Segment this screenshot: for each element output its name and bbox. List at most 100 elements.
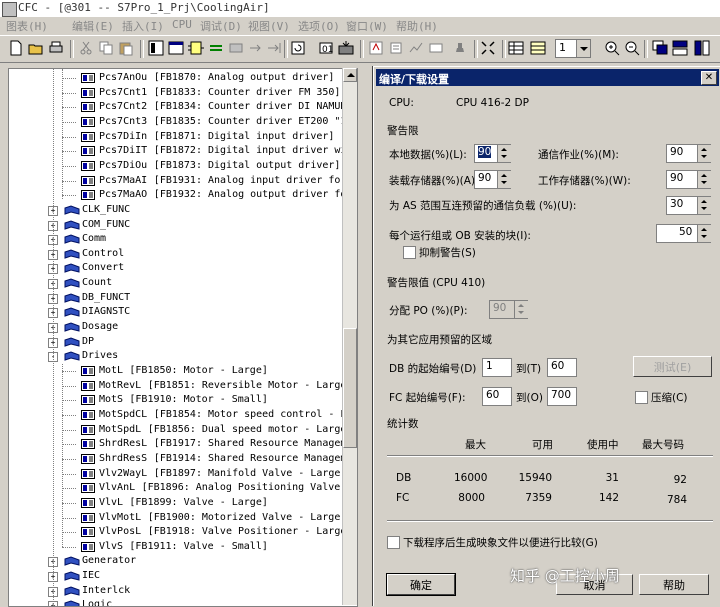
tree-block-item[interactable]: Pcs7Cnt3 [FB1835: Counter driver ET200 "1…: [9, 115, 357, 129]
tree-block-item[interactable]: VlvMotL [FB1900: Motorized Valve - Large]: [9, 511, 349, 525]
menu-options[interactable]: 选项(O): [298, 18, 340, 34]
connect-icon[interactable]: [208, 40, 224, 56]
blocks-per-group-stepper[interactable]: 50: [656, 224, 711, 243]
refresh-icon[interactable]: [290, 40, 306, 56]
tree-block-item[interactable]: VlvAnL [FB1896: Analog Positioning Valve …: [9, 481, 357, 495]
comm-job-stepper[interactable]: 90: [666, 144, 711, 163]
tree-block-item[interactable]: MotL [FB1850: Motor - Large]: [9, 364, 349, 378]
menu-cpu[interactable]: CPU: [172, 18, 192, 31]
goto-icon[interactable]: [248, 40, 264, 56]
tree-block-item[interactable]: MotSpdL [FB1856: Dual speed motor - Large…: [9, 423, 352, 437]
tree-block-item[interactable]: Pcs7DiIn [FB1871: Digital input driver]: [9, 130, 349, 144]
fc-to-input[interactable]: 700: [547, 387, 577, 406]
block-icon[interactable]: [188, 40, 204, 56]
watch-icon[interactable]: [388, 40, 404, 56]
goto-end-icon[interactable]: [266, 40, 282, 56]
tree-folder-item[interactable]: + DIAGNSTC: [9, 305, 349, 319]
tree-block-item[interactable]: Pcs7DiIT [FB1872: Digital input driver wi…: [9, 144, 357, 158]
spin-buttons[interactable]: [514, 301, 528, 318]
spin-buttons[interactable]: [697, 225, 711, 242]
tree-folder-item[interactable]: - Drives: [9, 349, 349, 363]
spin-buttons[interactable]: [697, 145, 711, 162]
tree-block-item[interactable]: ShrdResS [FB1914: Shared Resource Managem…: [9, 452, 357, 466]
menu-insert[interactable]: 插入(I): [122, 18, 164, 34]
paste-icon[interactable]: [118, 40, 134, 56]
chevron-down-icon[interactable]: [576, 40, 590, 57]
zoom-out-icon[interactable]: [624, 40, 640, 56]
po-allocation-stepper[interactable]: 90: [489, 300, 528, 319]
cascade-icon[interactable]: [652, 40, 668, 56]
suppress-warnings-checkbox[interactable]: [403, 246, 416, 259]
tree-folder-item[interactable]: + Logic: [9, 598, 349, 606]
db-from-input[interactable]: 1: [482, 358, 512, 377]
tree-folder-item[interactable]: + Count: [9, 276, 349, 290]
tree-block-item[interactable]: MotSpdCL [FB1854: Motor speed control - L…: [9, 408, 357, 422]
tree-folder-item[interactable]: + IEC: [9, 569, 349, 583]
tree-block-item[interactable]: Pcs7Cnt2 [FB1834: Counter driver DI NAMUR…: [9, 100, 352, 114]
tree-block-item[interactable]: VlvL [FB1899: Valve - Large]: [9, 496, 349, 510]
tree-block-item[interactable]: VlvS [FB1911: Valve - Small]: [9, 540, 349, 554]
cut-icon[interactable]: [78, 40, 94, 56]
tree-block-item[interactable]: Pcs7AnOu [FB1870: Analog output driver]: [9, 71, 349, 85]
catalog-icon[interactable]: [148, 40, 164, 56]
menu-edit[interactable]: 编辑(E): [72, 18, 114, 34]
tree-folder-item[interactable]: + Control: [9, 247, 349, 261]
open-icon[interactable]: [28, 40, 44, 56]
print-icon[interactable]: [48, 40, 64, 56]
overview-icon[interactable]: [530, 40, 546, 56]
tree-folder-item[interactable]: + CLK_FUNC: [9, 203, 349, 217]
menu-debug[interactable]: 调试(D): [200, 18, 242, 34]
spin-buttons[interactable]: [697, 171, 711, 188]
tile-vertical-icon[interactable]: [694, 40, 710, 56]
close-icon[interactable]: ✕: [701, 71, 717, 85]
download-icon[interactable]: [338, 40, 354, 56]
trend-icon[interactable]: [408, 40, 424, 56]
tree-block-item[interactable]: MotRevL [FB1851: Reversible Motor - Large…: [9, 379, 352, 393]
tree-folder-item[interactable]: + Convert: [9, 261, 349, 275]
tree-block-item[interactable]: Pcs7MaAI [FB1931: Analog input driver for…: [9, 174, 357, 188]
zoom-in-icon[interactable]: [604, 40, 620, 56]
tree-block-item[interactable]: MotS [FB1910: Motor - Small]: [9, 393, 349, 407]
scroll-up-icon[interactable]: [343, 68, 357, 82]
sheet-bar-icon[interactable]: [228, 40, 244, 56]
generate-image-checkbox[interactable]: [387, 536, 400, 549]
new-icon[interactable]: [8, 40, 24, 56]
fc-from-input[interactable]: 60: [482, 387, 512, 406]
tree-folder-item[interactable]: + Comm: [9, 232, 349, 246]
local-data-stepper[interactable]: 90: [474, 144, 511, 163]
test-mode-icon[interactable]: [368, 40, 384, 56]
load-memory-stepper[interactable]: 90: [474, 170, 511, 189]
menu-window[interactable]: 窗口(W): [346, 18, 388, 34]
tree-folder-item[interactable]: + Generator: [9, 554, 349, 568]
stamp-icon[interactable]: [452, 40, 468, 56]
tree-scrollbar[interactable]: [342, 68, 357, 605]
tree-block-item[interactable]: Pcs7DiOu [FB1873: Digital output driver]: [9, 159, 349, 173]
spin-buttons[interactable]: [697, 197, 711, 214]
tree-folder-item[interactable]: + Dosage: [9, 320, 349, 334]
tree-folder-item[interactable]: + DB_FUNCT: [9, 291, 349, 305]
copy-icon[interactable]: [98, 40, 114, 56]
menu-help[interactable]: 帮助(H): [396, 18, 438, 34]
work-memory-stepper[interactable]: 90: [666, 170, 711, 189]
db-to-input[interactable]: 60: [547, 358, 577, 377]
spin-buttons[interactable]: [497, 145, 511, 162]
tree-folder-item[interactable]: + Interlck: [9, 584, 349, 598]
tree-folder-item[interactable]: + DP: [9, 335, 349, 349]
compress-checkbox[interactable]: [635, 391, 648, 404]
tree-block-item[interactable]: VlvPosL [FB1918: Valve Positioner - Large…: [9, 525, 352, 539]
menu-view[interactable]: 视图(V): [248, 18, 290, 34]
zoom-select[interactable]: 1: [555, 39, 591, 58]
fit-icon[interactable]: [480, 40, 496, 56]
compile-icon[interactable]: 01: [318, 40, 334, 56]
as-comm-load-stepper[interactable]: 30: [666, 196, 711, 215]
tree-block-item[interactable]: Vlv2WayL [FB1897: Manifold Valve - Large]: [9, 467, 349, 481]
sheet-icon[interactable]: [168, 40, 184, 56]
tree-block-item[interactable]: Pcs7Cnt1 [FB1833: Counter driver FM 350]: [9, 86, 349, 100]
block-catalog-tree[interactable]: Pcs7AnOu [FB1870: Analog output driver] Pc…: [8, 68, 358, 607]
tree-folder-item[interactable]: + COM_FUNC: [9, 218, 349, 232]
tile-horizontal-icon[interactable]: [672, 40, 688, 56]
tree-block-item[interactable]: ShrdResL [FB1917: Shared Resource Managem…: [9, 437, 357, 451]
runtime-icon[interactable]: [428, 40, 444, 56]
spin-buttons[interactable]: [497, 171, 511, 188]
test-button[interactable]: 测试(E): [633, 356, 712, 377]
